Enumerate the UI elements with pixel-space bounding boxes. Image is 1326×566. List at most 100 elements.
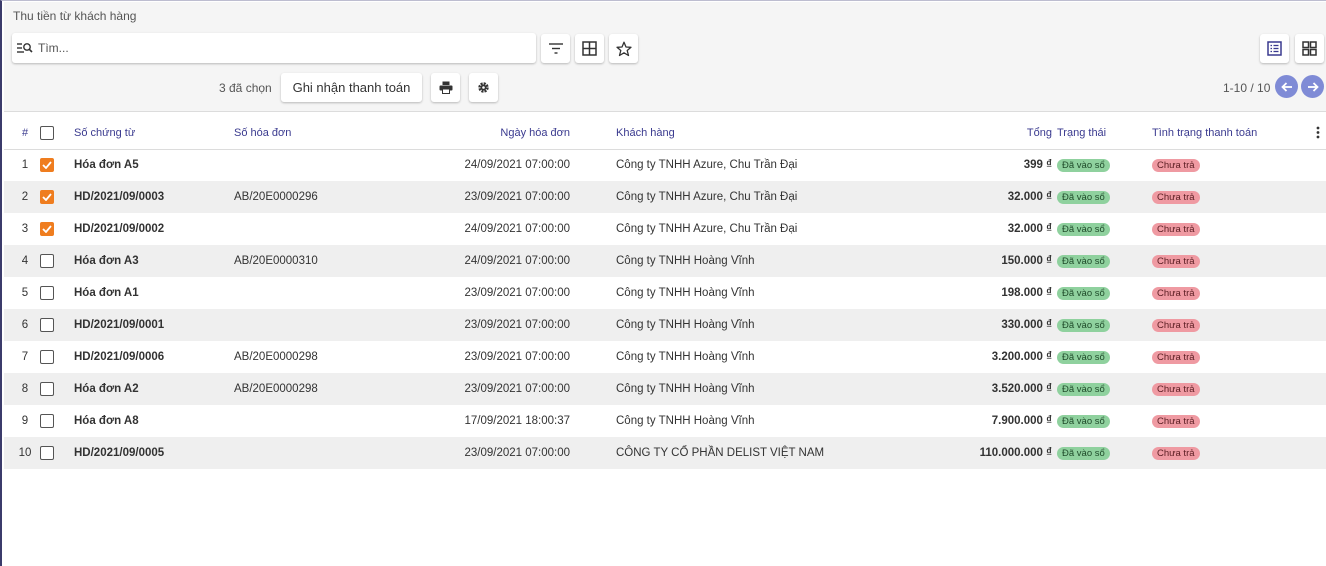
customer-name[interactable]: Công ty TNHH Hoàng Vĩnh xyxy=(570,373,930,405)
payment-status-cell[interactable]: Chưa trả xyxy=(1152,181,1326,213)
action-button[interactable] xyxy=(469,73,498,102)
document-number[interactable]: Hóa đơn A2 xyxy=(74,373,234,405)
total-amount[interactable]: 198.000 ₫ xyxy=(930,277,1052,309)
table-row[interactable]: 5 Hóa đơn A1 23/09/2021 07:00:00 Công ty TN… xyxy=(4,277,1326,309)
invoice-number[interactable] xyxy=(234,405,386,437)
row-select-cell[interactable] xyxy=(40,149,74,181)
column-header-customer[interactable]: Khách hàng xyxy=(570,118,930,150)
breadcrumb[interactable]: Thu tiền từ khách hàng xyxy=(13,9,136,23)
customer-name[interactable]: Công ty TNHH Hoàng Vĩnh xyxy=(570,277,930,309)
customer-name[interactable]: Công ty TNHH Hoàng Vĩnh xyxy=(570,405,930,437)
invoice-number[interactable] xyxy=(234,149,386,181)
invoice-date[interactable]: 17/09/2021 18:00:37 xyxy=(386,405,570,437)
table-row[interactable]: 9 Hóa đơn A8 17/09/2021 18:00:37 Công ty TN… xyxy=(4,405,1326,437)
total-amount[interactable]: 150.000 ₫ xyxy=(930,245,1052,277)
invoice-date[interactable]: 24/09/2021 07:00:00 xyxy=(386,149,570,181)
invoice-number[interactable] xyxy=(234,213,386,245)
row-checkbox[interactable] xyxy=(40,446,54,460)
invoice-date[interactable]: 23/09/2021 07:00:00 xyxy=(386,437,570,469)
payment-status-cell[interactable]: Chưa trả xyxy=(1152,405,1326,437)
table-row[interactable]: 3 HD/2021/09/0002 24/09/2021 07:00:00 Công … xyxy=(4,213,1326,245)
status-cell[interactable]: Đã vào sổ xyxy=(1052,277,1152,309)
kanban-view-button[interactable] xyxy=(1295,34,1324,63)
payment-status-cell[interactable]: Chưa trả xyxy=(1152,437,1326,469)
column-header-document-number[interactable]: Số chứng từ xyxy=(74,118,234,150)
filter-button[interactable] xyxy=(541,34,570,63)
total-amount[interactable]: 32.000 ₫ xyxy=(930,181,1052,213)
invoice-number[interactable]: AB/20E0000298 xyxy=(234,373,386,405)
row-select-cell[interactable] xyxy=(40,341,74,373)
row-checkbox[interactable] xyxy=(40,158,54,173)
invoice-date[interactable]: 23/09/2021 07:00:00 xyxy=(386,181,570,213)
invoice-number[interactable] xyxy=(234,437,386,469)
document-number[interactable]: Hóa đơn A3 xyxy=(74,245,234,277)
row-select-cell[interactable] xyxy=(40,373,74,405)
payment-status-cell[interactable]: Chưa trả xyxy=(1152,245,1326,277)
table-row[interactable]: 6 HD/2021/09/0001 23/09/2021 07:00:00 Công … xyxy=(4,309,1326,341)
row-select-cell[interactable] xyxy=(40,245,74,277)
customer-name[interactable]: Công ty TNHH Azure, Chu Trần Đại xyxy=(570,181,930,213)
row-checkbox[interactable] xyxy=(40,414,54,428)
customer-name[interactable]: Công ty TNHH Azure, Chu Trần Đại xyxy=(570,149,930,181)
document-number[interactable]: HD/2021/09/0002 xyxy=(74,213,234,245)
search-input[interactable] xyxy=(38,41,536,55)
total-amount[interactable]: 3.200.000 ₫ xyxy=(930,341,1052,373)
table-row[interactable]: 8 Hóa đơn A2 AB/20E0000298 23/09/2021 07:00… xyxy=(4,373,1326,405)
customer-name[interactable]: Công ty TNHH Azure, Chu Trần Đại xyxy=(570,213,930,245)
column-header-status[interactable]: Trạng thái xyxy=(1052,118,1152,150)
payment-status-cell[interactable]: Chưa trả xyxy=(1152,341,1326,373)
table-row[interactable]: 1 Hóa đơn A5 24/09/2021 07:00:00 Công ty TN… xyxy=(4,149,1326,181)
row-select-cell[interactable] xyxy=(40,405,74,437)
status-cell[interactable]: Đã vào sổ xyxy=(1052,149,1152,181)
row-select-cell[interactable] xyxy=(40,309,74,341)
select-all-checkbox[interactable] xyxy=(40,126,54,141)
table-row[interactable]: 10 HD/2021/09/0005 23/09/2021 07:00:00 CÔNG… xyxy=(4,437,1326,469)
invoice-date[interactable]: 23/09/2021 07:00:00 xyxy=(386,277,570,309)
total-amount[interactable]: 3.520.000 ₫ xyxy=(930,373,1052,405)
pager-next-button[interactable] xyxy=(1301,75,1324,98)
payment-status-cell[interactable]: Chưa trả xyxy=(1152,309,1326,341)
group-by-button[interactable] xyxy=(575,34,604,63)
row-select-cell[interactable] xyxy=(40,277,74,309)
document-number[interactable]: Hóa đơn A5 xyxy=(74,149,234,181)
invoice-date[interactable]: 24/09/2021 07:00:00 xyxy=(386,245,570,277)
column-header-payment-status[interactable]: Tình trạng thanh toán xyxy=(1152,118,1326,150)
status-cell[interactable]: Đã vào sổ xyxy=(1052,181,1152,213)
total-amount[interactable]: 399 ₫ xyxy=(930,149,1052,181)
row-select-cell[interactable] xyxy=(40,437,74,469)
table-row[interactable]: 4 Hóa đơn A3 AB/20E0000310 24/09/2021 07:00… xyxy=(4,245,1326,277)
row-checkbox[interactable] xyxy=(40,222,54,236)
payment-status-cell[interactable]: Chưa trả xyxy=(1152,213,1326,245)
customer-name[interactable]: CÔNG TY CỔ PHẦN DELIST VIỆT NAM xyxy=(570,437,930,469)
total-amount[interactable]: 330.000 ₫ xyxy=(930,309,1052,341)
status-cell[interactable]: Đã vào sổ xyxy=(1052,245,1152,277)
customer-name[interactable]: Công ty TNHH Hoàng Vĩnh xyxy=(570,245,930,277)
total-amount[interactable]: 32.000 ₫ xyxy=(930,213,1052,245)
pager-previous-button[interactable] xyxy=(1275,75,1298,98)
document-number[interactable]: HD/2021/09/0006 xyxy=(74,341,234,373)
invoice-date[interactable]: 23/09/2021 07:00:00 xyxy=(386,341,570,373)
status-cell[interactable]: Đã vào sổ xyxy=(1052,309,1152,341)
invoice-date[interactable]: 23/09/2021 07:00:00 xyxy=(386,373,570,405)
customer-name[interactable]: Công ty TNHH Hoàng Vĩnh xyxy=(570,341,930,373)
document-number[interactable]: HD/2021/09/0005 xyxy=(74,437,234,469)
row-checkbox[interactable] xyxy=(40,350,54,364)
status-cell[interactable]: Đã vào sổ xyxy=(1052,341,1152,373)
invoice-number[interactable] xyxy=(234,277,386,309)
row-checkbox[interactable] xyxy=(40,318,54,332)
payment-status-cell[interactable]: Chưa trả xyxy=(1152,149,1326,181)
table-row[interactable]: 2 HD/2021/09/0003 AB/20E0000296 23/09/2021 … xyxy=(4,181,1326,213)
column-header-select-all[interactable] xyxy=(40,118,74,150)
table-row[interactable]: 7 HD/2021/09/0006 AB/20E0000298 23/09/2021 … xyxy=(4,341,1326,373)
row-checkbox[interactable] xyxy=(40,190,54,204)
status-cell[interactable]: Đã vào sổ xyxy=(1052,405,1152,437)
document-number[interactable]: HD/2021/09/0001 xyxy=(74,309,234,341)
status-cell[interactable]: Đã vào sổ xyxy=(1052,213,1152,245)
invoice-number[interactable]: AB/20E0000298 xyxy=(234,341,386,373)
invoice-date[interactable]: 24/09/2021 07:00:00 xyxy=(386,213,570,245)
status-cell[interactable]: Đã vào sổ xyxy=(1052,373,1152,405)
favorites-button[interactable] xyxy=(609,34,638,63)
pager-value[interactable]: 1-10 / 10 xyxy=(1223,81,1270,95)
row-select-cell[interactable] xyxy=(40,213,74,245)
column-header-total[interactable]: Tổng xyxy=(930,118,1052,150)
